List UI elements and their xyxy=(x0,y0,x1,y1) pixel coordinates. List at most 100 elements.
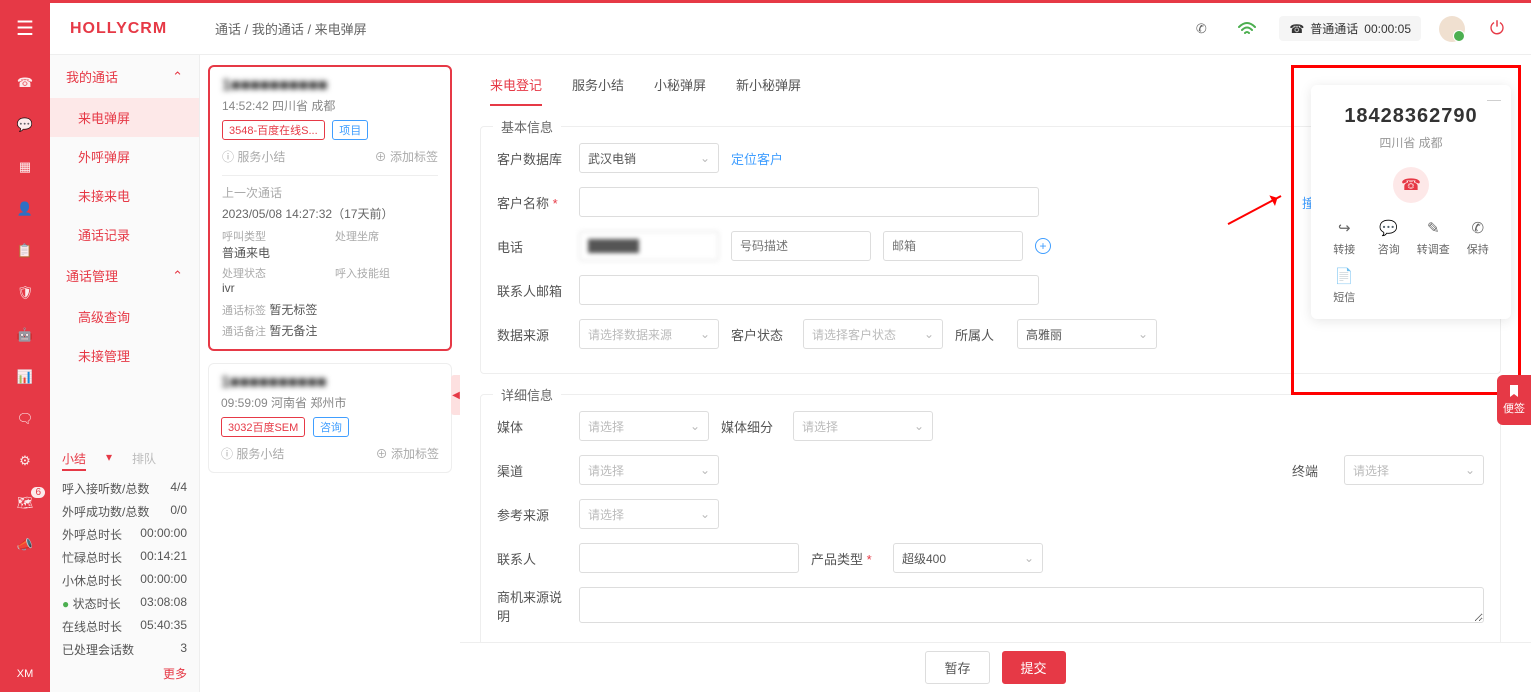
last-call-title: 上一次通话 xyxy=(222,184,438,201)
tab-service-summary[interactable]: 服务小结 xyxy=(572,75,624,106)
popup-action-3[interactable]: ✆保持 xyxy=(1459,219,1498,257)
input-contact-mail[interactable] xyxy=(579,275,1039,305)
sidebar-item-incoming-popup[interactable]: 来电弹屏 xyxy=(50,98,199,137)
rail-megaphone-icon[interactable]: 📣 xyxy=(15,535,35,555)
headset-icon[interactable]: ✆ xyxy=(1187,15,1215,43)
label-ref: 参考来源 xyxy=(497,505,567,524)
select-channel[interactable]: 请选择 xyxy=(579,455,719,485)
stats-tab-queue[interactable]: 排队 xyxy=(132,450,156,471)
select-db[interactable]: 武汉电销 xyxy=(579,143,719,173)
legend-basic: 基本信息 xyxy=(493,117,561,136)
stats-more[interactable]: 更多 xyxy=(62,661,187,682)
call-list: 1■■■■■■■■■■ 14:52:42 四川省 成都 3548-百度在线S..… xyxy=(200,55,460,692)
popup-action-2[interactable]: ✎转调查 xyxy=(1414,219,1453,257)
select-owner[interactable]: 高雅丽 xyxy=(1017,319,1157,349)
service-summary-link[interactable]: ⓘ 服务小结 xyxy=(221,445,284,462)
textarea-biz-source[interactable] xyxy=(579,587,1484,623)
select-status[interactable]: 请选择客户状态 xyxy=(803,319,943,349)
stats-tab-summary[interactable]: 小结 xyxy=(62,450,86,471)
side-group-callmgmt[interactable]: 通话管理 ⌃ xyxy=(50,254,199,297)
input-name[interactable] xyxy=(579,187,1039,217)
tag-type: 咨询 xyxy=(313,417,349,437)
label-biz-source: 商机来源说明 xyxy=(497,587,567,625)
rail-robot-icon[interactable]: 🤖 xyxy=(15,325,35,345)
select-source[interactable]: 请选择数据来源 xyxy=(579,319,719,349)
rail-grid-icon[interactable]: ▦ xyxy=(15,157,35,177)
bookmark-tab[interactable]: 便签 xyxy=(1497,375,1531,425)
tab-secretary[interactable]: 小秘弹屏 xyxy=(654,75,706,106)
rail-clipboard-icon[interactable]: 📋 xyxy=(15,241,35,261)
add-tag-link[interactable]: ⊕ 添加标签 xyxy=(375,148,438,165)
tab-register[interactable]: 来电登记 xyxy=(490,75,542,106)
breadcrumb: 通话 / 我的通话 / 来电弹屏 xyxy=(200,19,1187,38)
select-media[interactable]: 请选择 xyxy=(579,411,709,441)
rail-xm-label[interactable]: XM xyxy=(17,668,34,680)
rail-user-icon[interactable]: 👤 xyxy=(15,199,35,219)
stats-box: 小结 ▾ 排队 呼入接听数/总数4/4外呼成功数/总数0/0外呼总时长00:00… xyxy=(50,440,199,692)
chevron-up-icon: ⌃ xyxy=(172,69,183,85)
filter-icon[interactable]: ▾ xyxy=(106,450,112,471)
call-card-active[interactable]: 1■■■■■■■■■■ 14:52:42 四川省 成都 3548-百度在线S..… xyxy=(208,65,452,351)
label-terminal: 终端 xyxy=(1292,461,1332,480)
popup-action-1[interactable]: 💬咨询 xyxy=(1370,219,1409,257)
rail-shield-icon[interactable]: 🛡 xyxy=(15,283,35,303)
footer-bar: 暂存 提交 xyxy=(460,642,1531,692)
hamburger-icon[interactable]: ☰ xyxy=(0,3,50,55)
sidebar-item-outbound-popup[interactable]: 外呼弹屏 xyxy=(50,137,199,176)
avatar[interactable] xyxy=(1439,16,1465,42)
sidebar-item-missed-mgmt[interactable]: 未接管理 xyxy=(50,336,199,375)
rail-phone-icon[interactable]: ☎ xyxy=(15,73,35,93)
select-ref[interactable]: 请选择 xyxy=(579,499,719,529)
service-summary-link[interactable]: ⓘ 服务小结 xyxy=(222,148,285,165)
link-locate[interactable]: 定位客户 xyxy=(731,149,783,168)
rail-chat-icon[interactable]: 💬 xyxy=(15,115,35,135)
minimize-icon[interactable]: — xyxy=(1487,91,1501,107)
sidebar-item-advanced-query[interactable]: 高级查询 xyxy=(50,297,199,336)
wifi-icon xyxy=(1233,15,1261,43)
side-group-mycalls[interactable]: 我的通话 ⌃ xyxy=(50,55,199,98)
input-phone[interactable] xyxy=(579,231,719,261)
save-draft-button[interactable]: 暂存 xyxy=(925,651,989,684)
call-number: 1■■■■■■■■■■ xyxy=(221,374,439,392)
input-phone-desc[interactable] xyxy=(731,231,871,261)
label-db: 客户数据库 xyxy=(497,149,567,168)
popup-action-0[interactable]: ↪转接 xyxy=(1325,219,1364,257)
header: ☰ HOLLYCRM 通话 / 我的通话 / 来电弹屏 ✆ ☎ 普通通话 00:… xyxy=(0,3,1531,55)
select-media-sub[interactable]: 请选择 xyxy=(793,411,933,441)
call-card[interactable]: 1■■■■■■■■■■ 09:59:09 河南省 郑州市 3032百度SEM 咨… xyxy=(208,363,452,473)
label-channel: 渠道 xyxy=(497,461,567,480)
tag-source: 3032百度SEM xyxy=(221,417,305,437)
input-mail[interactable] xyxy=(883,231,1023,261)
rail-comments-icon[interactable]: 🗨 xyxy=(15,409,35,429)
call-number: 1■■■■■■■■■■ xyxy=(222,77,438,95)
sidebar-item-history[interactable]: 通话记录 xyxy=(50,215,199,254)
popup-location: 四川省 成都 xyxy=(1325,134,1497,151)
label-status: 客户状态 xyxy=(731,325,791,344)
label-owner: 所属人 xyxy=(955,325,1005,344)
rail-gear-icon[interactable]: ⚙ xyxy=(15,451,35,471)
add-tag-link[interactable]: ⊕ 添加标签 xyxy=(376,445,439,462)
side-panel: 我的通话 ⌃ 来电弹屏 外呼弹屏 未接来电 通话记录 通话管理 ⌃ 高级查询 未… xyxy=(50,55,200,692)
chevron-up-icon: ⌃ xyxy=(172,268,183,284)
label-source: 数据来源 xyxy=(497,325,567,344)
sidebar-item-missed[interactable]: 未接来电 xyxy=(50,176,199,215)
add-phone-icon[interactable]: + xyxy=(1035,238,1051,254)
label-phone: 电话 xyxy=(497,237,567,256)
left-rail: ☎ 💬 ▦ 👤 📋 🛡 🤖 📊 🗨 ⚙ 🗺 📣 XM xyxy=(0,55,50,692)
label-media: 媒体 xyxy=(497,417,567,436)
power-icon[interactable]: ⏻ xyxy=(1483,15,1511,43)
select-product[interactable]: 超级400 xyxy=(893,543,1043,573)
tab-new-secretary[interactable]: 新小秘弹屏 xyxy=(736,75,801,106)
popup-phone-number: 18428362790 xyxy=(1325,105,1497,128)
submit-button[interactable]: 提交 xyxy=(1002,651,1066,684)
select-terminal[interactable]: 请选择 xyxy=(1344,455,1484,485)
call-status: ☎ 普通通话 00:00:05 xyxy=(1279,16,1421,41)
main: 来电登记 服务小结 小秘弹屏 新小秘弹屏 基本信息 客户数据库 武汉电销 定位客… xyxy=(460,55,1531,692)
fieldset-detail: 详细信息 媒体 请选择 媒体细分 请选择 渠道 请选择 终端 请选择 参考来源 … xyxy=(480,394,1501,642)
rail-chart-icon[interactable]: 📊 xyxy=(15,367,35,387)
label-contact-mail: 联系人邮箱 xyxy=(497,281,567,300)
rail-map-icon[interactable]: 🗺 xyxy=(15,493,35,513)
input-contact[interactable] xyxy=(579,543,799,573)
popup-action-4[interactable]: 📄短信 xyxy=(1325,267,1364,305)
label-media-sub: 媒体细分 xyxy=(721,417,781,436)
